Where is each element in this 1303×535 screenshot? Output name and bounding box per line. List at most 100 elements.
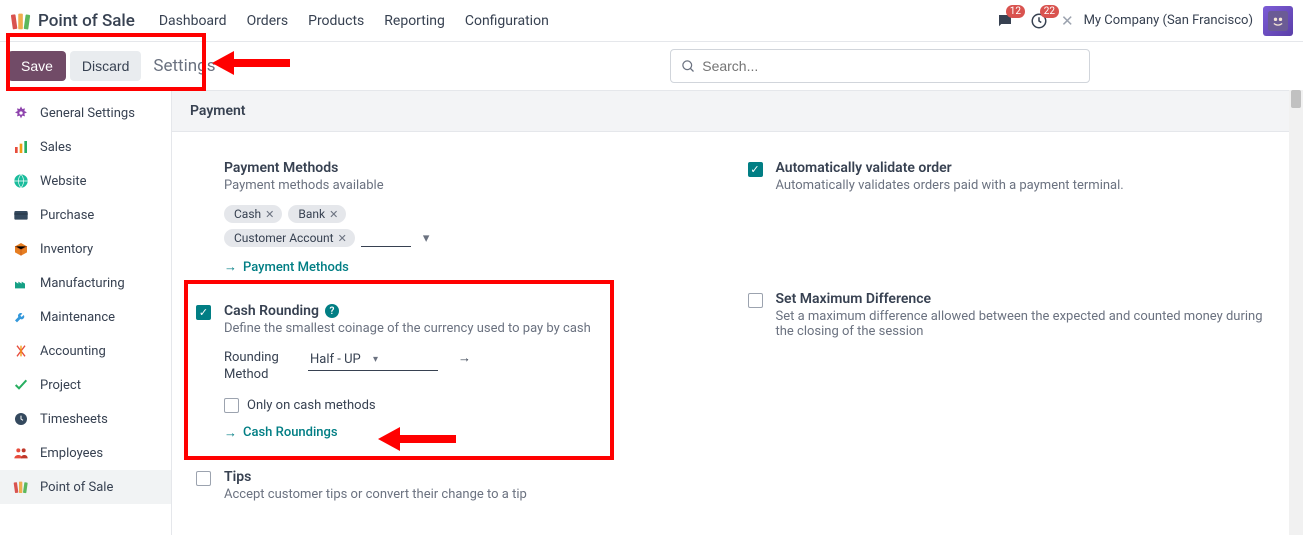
search-box[interactable] [670,49,1090,83]
tag-customer-account[interactable]: Customer Account ✕ [224,229,355,247]
setting-title: Set Maximum Difference [776,291,1280,307]
nav-products[interactable]: Products [298,7,374,35]
chevron-down-icon[interactable]: ▾ [417,231,436,246]
settings-right-column: Automatically validate order Automatical… [738,152,1290,522]
sidebar-item-label: Employees [40,446,103,461]
sidebar-item-employees[interactable]: Employees [0,436,171,470]
select-rounding-method[interactable]: Half - UP ▾ [308,350,438,371]
sidebar-item-label: Point of Sale [40,480,113,495]
sidebar-item-label: Sales [40,140,72,155]
tag-bank[interactable]: Bank ✕ [288,205,346,223]
nav-right: 12 22 ✕ My Company (San Francisco) [993,6,1293,36]
check-icon [12,376,30,394]
setting-auto-validate: Automatically validate order Automatical… [748,152,1280,213]
external-link-icon[interactable]: → [458,350,471,366]
wrench-icon [12,308,30,326]
sidebar-item-label: Project [40,378,81,393]
sidebar-item-manufacturing[interactable]: Manufacturing [0,266,171,300]
setting-desc: Payment methods available [224,178,728,193]
gear-icon [12,104,30,122]
section-header-payment: Payment [172,90,1303,132]
settings-sidebar: General Settings Sales Website Purchase … [0,90,172,535]
sidebar-item-label: Inventory [40,242,93,257]
books-icon [12,478,30,496]
sidebar-item-timesheets[interactable]: Timesheets [0,402,171,436]
people-icon [12,444,30,462]
globe-icon [12,172,30,190]
setting-desc: Set a maximum difference allowed between… [776,309,1280,339]
arrow-right-icon: → [224,425,237,441]
tools-icon[interactable]: ✕ [1061,12,1074,30]
box-icon [12,240,30,258]
top-nav: Point of Sale Dashboard Orders Products … [0,0,1303,42]
actions-row: Save Discard Settings [0,42,1303,90]
app-title: Point of Sale [38,11,135,31]
breadcrumb: Settings [153,56,215,76]
checkbox-max-difference[interactable] [748,293,763,308]
sidebar-item-inventory[interactable]: Inventory [0,232,171,266]
setting-title: Cash Rounding [224,303,319,319]
setting-title: Payment Methods [224,160,728,176]
checkbox-tips[interactable] [196,471,211,486]
sidebar-item-maintenance[interactable]: Maintenance [0,300,171,334]
activities-badge: 22 [1040,5,1059,18]
sidebar-item-accounting[interactable]: Accounting [0,334,171,368]
main-content: Payment Payment Methods Payment methods … [172,90,1303,535]
nav-configuration[interactable]: Configuration [455,7,559,35]
sidebar-item-label: Website [40,174,87,189]
label-only-cash: Only on cash methods [247,398,376,413]
nav-orders[interactable]: Orders [237,7,299,35]
help-icon[interactable]: ? [325,304,339,318]
setting-desc: Automatically validates orders paid with… [776,178,1280,193]
factory-icon [12,274,30,292]
sidebar-item-pos[interactable]: Point of Sale [0,470,171,504]
sidebar-item-label: Manufacturing [40,276,125,291]
sidebar-item-label: General Settings [40,106,135,121]
nav-reporting[interactable]: Reporting [374,7,455,35]
brand-icon [10,10,32,32]
remove-icon[interactable]: ✕ [329,208,338,221]
sidebar-item-label: Accounting [40,344,106,359]
setting-title: Tips [224,469,728,485]
checkbox-cash-rounding[interactable] [196,305,211,320]
search-input[interactable] [702,58,1079,74]
sidebar-item-project[interactable]: Project [0,368,171,402]
checkbox-auto-validate[interactable] [748,162,763,177]
link-payment-methods[interactable]: → Payment Methods [224,259,349,275]
tags-input[interactable] [361,229,411,247]
tag-cash[interactable]: Cash ✕ [224,205,282,223]
chevron-down-icon[interactable]: ▾ [373,354,436,365]
search-icon [681,59,696,74]
messages-icon[interactable]: 12 [993,9,1017,33]
setting-max-difference: Set Maximum Difference Set a maximum dif… [748,283,1280,359]
company-selector[interactable]: My Company (San Francisco) [1084,13,1253,28]
money-icon [12,342,30,360]
remove-icon[interactable]: ✕ [265,208,274,221]
sidebar-item-label: Maintenance [40,310,115,325]
activities-icon[interactable]: 22 [1027,9,1051,33]
checkbox-only-cash[interactable] [224,398,239,413]
save-button[interactable]: Save [8,51,66,81]
clock-icon [12,410,30,428]
nav-dashboard[interactable]: Dashboard [149,7,237,35]
sidebar-item-general[interactable]: General Settings [0,96,171,130]
remove-icon[interactable]: ✕ [338,232,347,245]
field-label-rounding-method: Rounding Method [224,350,294,384]
messages-badge: 12 [1006,5,1025,18]
sidebar-item-purchase[interactable]: Purchase [0,198,171,232]
scrollbar[interactable] [1289,90,1303,535]
chart-bar-icon [12,138,30,156]
user-avatar[interactable] [1263,6,1293,36]
setting-payment-methods: Payment Methods Payment methods availabl… [196,152,728,295]
credit-card-icon [12,206,30,224]
setting-cash-rounding: Cash Rounding ? Define the smallest coin… [196,295,728,461]
setting-desc: Accept customer tips or convert their ch… [224,487,728,502]
link-cash-roundings[interactable]: → Cash Roundings [224,425,338,441]
body: General Settings Sales Website Purchase … [0,90,1303,535]
sidebar-item-sales[interactable]: Sales [0,130,171,164]
setting-title: Automatically validate order [776,160,1280,176]
arrow-right-icon: → [224,259,237,275]
setting-tips: Tips Accept customer tips or convert the… [196,461,728,522]
sidebar-item-website[interactable]: Website [0,164,171,198]
discard-button[interactable]: Discard [70,51,141,81]
